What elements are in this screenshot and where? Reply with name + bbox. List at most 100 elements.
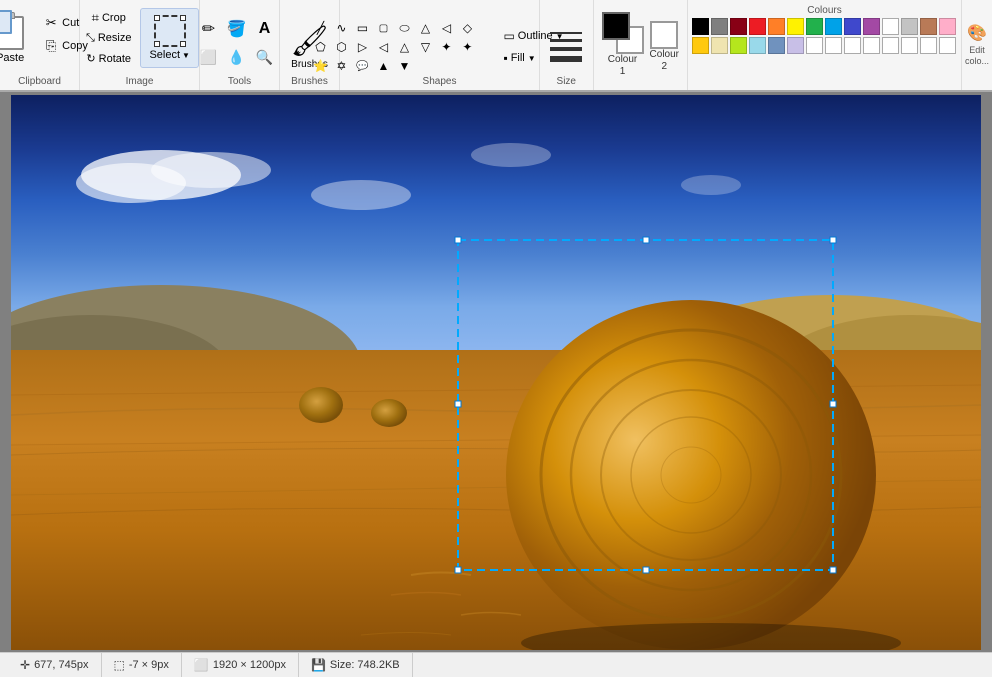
swatch-lavender[interactable] xyxy=(787,37,804,54)
callout-shape[interactable]: 💬 xyxy=(352,57,372,75)
star5-shape[interactable]: ⭐ xyxy=(310,57,330,75)
rect-shape[interactable]: ▭ xyxy=(352,19,372,37)
ellipse-shape[interactable]: ⬭ xyxy=(394,19,414,37)
size-label: Size xyxy=(540,76,593,87)
swatch-w9[interactable] xyxy=(939,37,956,54)
coords-display: ✛ 677, 745px xyxy=(8,653,102,677)
colour1-box[interactable] xyxy=(602,12,630,40)
colour2-label: Colour2 xyxy=(650,49,679,73)
crop-button[interactable]: ⌗ Crop xyxy=(86,8,132,27)
size-option-4[interactable] xyxy=(550,56,582,62)
status-bar: ✛ 677, 745px ⬚ -7 × 9px ⬜ 1920 × 1200px … xyxy=(0,652,992,677)
selection-icon: ⬚ xyxy=(114,658,125,672)
swatch-w7[interactable] xyxy=(901,37,918,54)
4arrow-shape[interactable]: ✦ xyxy=(436,38,456,56)
edit-colors-icon: 🎨 xyxy=(967,24,987,43)
color-picker-tool[interactable]: 💧 xyxy=(227,48,247,66)
swatch-indigo[interactable] xyxy=(844,18,861,35)
resize-icon: ⤡ xyxy=(86,32,95,45)
text-tool[interactable]: A xyxy=(255,20,275,38)
eraser-tool[interactable]: ⬜ xyxy=(199,48,219,66)
swatch-red[interactable] xyxy=(749,18,766,35)
colour1-label: Colour1 xyxy=(608,54,637,78)
swatch-brown[interactable] xyxy=(920,18,937,35)
crop-icon: ⌗ xyxy=(92,10,99,26)
line-shape[interactable]: ╱ xyxy=(310,19,330,37)
scroll-arrow2[interactable]: ▼ xyxy=(394,57,414,75)
size-option-3[interactable] xyxy=(550,47,582,51)
swatch-gray[interactable] xyxy=(711,18,728,35)
triangle-shape[interactable]: △ xyxy=(415,19,435,37)
swatch-w2[interactable] xyxy=(806,37,823,54)
cursor-icon: ✛ xyxy=(20,658,30,672)
rtriangle-shape[interactable]: ◁ xyxy=(436,19,456,37)
selection-display: ⬚ -7 × 9px xyxy=(102,653,182,677)
selection-size: -7 × 9px xyxy=(129,659,169,671)
colour2-preview[interactable] xyxy=(650,21,678,49)
colour1-selector[interactable]: Colour1 xyxy=(602,12,644,78)
rotate-button[interactable]: ↻ Rotate xyxy=(80,49,137,68)
swatch-gold[interactable] xyxy=(692,37,709,54)
swatch-w3[interactable] xyxy=(825,37,842,54)
tools-group: ✏ 🪣 A ⬜ 💧 🔍 Tools xyxy=(200,0,280,90)
roundrect-shape[interactable]: ▢ xyxy=(373,19,393,37)
copy-icon: ⎘ xyxy=(43,38,59,54)
swatch-cream[interactable] xyxy=(711,37,728,54)
edit-colors-button[interactable]: 🎨 Editcolo... xyxy=(962,0,992,90)
pencil-tool[interactable]: ✏ xyxy=(199,20,219,38)
shapes-group: ╱ ∿ ▭ ▢ ⬭ △ ◁ ◇ ⬠ ⬡ ▷ ◁ △ ▽ xyxy=(340,0,540,90)
swatch-w8[interactable] xyxy=(920,37,937,54)
swatch-darkred[interactable] xyxy=(730,18,747,35)
curve-shape[interactable]: ∿ xyxy=(331,19,351,37)
swatch-lime[interactable] xyxy=(730,37,747,54)
lparrow-shape[interactable]: ◁ xyxy=(373,38,393,56)
canvas-area[interactable] xyxy=(0,92,992,652)
paste-icon xyxy=(0,10,26,50)
swatch-purple[interactable] xyxy=(863,18,880,35)
swatch-green[interactable] xyxy=(806,18,823,35)
uparrow-shape[interactable]: △ xyxy=(394,38,414,56)
swatch-steelblue[interactable] xyxy=(768,37,785,54)
paste-button[interactable]: Paste xyxy=(0,8,34,66)
swatch-skyblue[interactable] xyxy=(749,37,766,54)
diamond-shape[interactable]: ◇ xyxy=(457,19,477,37)
fill-dropdown[interactable]: ▼ xyxy=(528,54,536,63)
swatch-orange[interactable] xyxy=(768,18,785,35)
resize-button[interactable]: ⤡ Resize xyxy=(80,29,137,48)
fill-icon: ▪ xyxy=(503,51,507,65)
select-label: Select xyxy=(149,49,180,61)
filesize-display: 💾 Size: 748.2KB xyxy=(299,653,413,677)
swatch-w6[interactable] xyxy=(882,37,899,54)
magnify-tool[interactable]: 🔍 xyxy=(255,48,275,66)
swatch-white[interactable] xyxy=(882,18,899,35)
pentagon-shape[interactable]: ⬠ xyxy=(310,38,330,56)
swatch-lightgray[interactable] xyxy=(901,18,918,35)
select-button[interactable]: Select ▼ xyxy=(140,8,199,68)
select-dropdown-icon[interactable]: ▼ xyxy=(182,51,190,60)
clipboard-group: Paste ✂ Cut ⎘ Copy Clipboard xyxy=(0,0,80,90)
rparrow-shape[interactable]: ▷ xyxy=(352,38,372,56)
star4-shape[interactable]: ✦ xyxy=(457,38,477,56)
dimensions-display: ⬜ 1920 × 1200px xyxy=(182,653,299,677)
swatch-blue[interactable] xyxy=(825,18,842,35)
fill-tool[interactable]: 🪣 xyxy=(227,20,247,38)
swatch-yellow[interactable] xyxy=(787,18,804,35)
scroll-arrow[interactable]: ▲ xyxy=(373,57,393,75)
size-option-2[interactable] xyxy=(550,39,582,42)
dimensions-icon: ⬜ xyxy=(194,658,209,672)
dnarrow-shape[interactable]: ▽ xyxy=(415,38,435,56)
colour-selectors: Colour1 Colour2 xyxy=(594,0,688,90)
scissors-icon: ✂ xyxy=(43,15,59,31)
swatch-w5[interactable] xyxy=(863,37,880,54)
colour-palette: Colours xyxy=(688,0,962,90)
ribbon: Paste ✂ Cut ⎘ Copy Clipboard xyxy=(0,0,992,92)
swatch-black[interactable] xyxy=(692,18,709,35)
swatch-pink[interactable] xyxy=(939,18,956,35)
swatch-w4[interactable] xyxy=(844,37,861,54)
hexagon-shape[interactable]: ⬡ xyxy=(331,38,351,56)
clipboard-label: Clipboard xyxy=(0,76,79,87)
star6-shape[interactable]: ✡ xyxy=(331,57,351,75)
canvas[interactable] xyxy=(11,95,981,650)
size-option-1[interactable] xyxy=(550,32,582,34)
colour2-selector[interactable]: Colour2 xyxy=(650,21,679,73)
